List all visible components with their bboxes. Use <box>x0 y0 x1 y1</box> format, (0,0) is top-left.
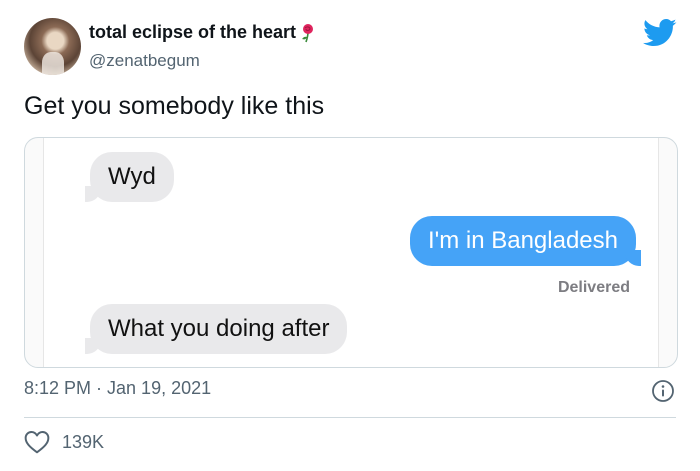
delivered-status: Delivered <box>557 279 630 296</box>
rose-icon <box>302 23 314 42</box>
like-action[interactable]: 139K <box>24 430 104 454</box>
like-count: 139K <box>62 431 105 452</box>
author-display-name[interactable]: total eclipse of the heart <box>89 22 296 43</box>
message-bubble-outgoing: I'm in Bangladesh <box>409 216 642 266</box>
author-handle[interactable]: @zenatbegum <box>89 51 200 71</box>
divider <box>24 417 676 418</box>
heart-icon[interactable] <box>24 430 50 454</box>
tweet-media-screenshot[interactable]: Wyd I'm in Bangladesh Delivered What you… <box>24 137 678 368</box>
author-name-row[interactable]: total eclipse of the heart <box>89 22 316 43</box>
twitter-bird-icon[interactable] <box>643 18 677 48</box>
tweet-timestamp[interactable]: 8:12 PM · Jan 19, 2021 <box>24 378 211 399</box>
message-bubble-incoming: What you doing after <box>84 304 348 354</box>
imessage-conversation: Wyd I'm in Bangladesh Delivered What you… <box>43 138 659 367</box>
tweet-text: Get you somebody like this <box>24 92 325 120</box>
info-icon[interactable] <box>651 379 675 403</box>
avatar[interactable] <box>24 18 81 75</box>
message-bubble-incoming: Wyd <box>85 152 174 202</box>
